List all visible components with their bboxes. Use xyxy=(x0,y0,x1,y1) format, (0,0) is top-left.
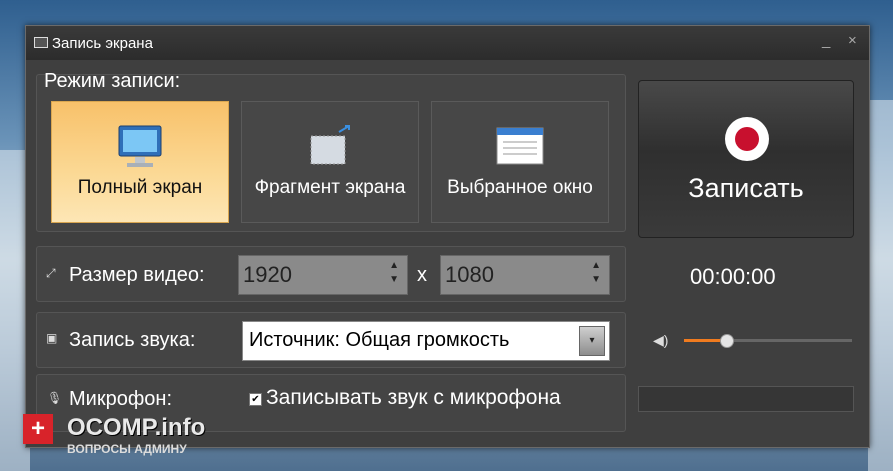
size-separator: x xyxy=(417,264,427,286)
mic-checkbox-label: Записывать звук с микрофона xyxy=(266,386,561,409)
mode-window-button[interactable]: Выбранное окно xyxy=(431,101,609,223)
width-spinbox[interactable]: 1920 ▲ ▼ xyxy=(238,255,408,295)
mode-label: Полный экран xyxy=(77,177,203,198)
monitor-icon xyxy=(118,125,162,167)
watermark-brand: OCOMP.info xyxy=(67,414,206,441)
watermark-plus-icon: + xyxy=(23,414,53,444)
check-icon: ✔ xyxy=(251,394,260,405)
microphone-level-meter xyxy=(638,386,854,412)
speaker-icon: ▣ xyxy=(46,331,58,345)
recording-mode-label: Режим записи: xyxy=(44,70,181,92)
volume-slider[interactable] xyxy=(684,334,852,348)
record-icon xyxy=(725,117,769,161)
video-size-label: Размер видео: xyxy=(69,264,205,286)
width-value: 1920 xyxy=(243,262,292,287)
title-bar[interactable]: Запись экрана _ × xyxy=(26,26,869,60)
record-button[interactable]: Записать xyxy=(638,80,854,238)
height-value: 1080 xyxy=(445,262,494,287)
microphone-icon: 🎙 xyxy=(47,391,63,405)
screen-recording-window: Запись экрана _ × Режим записи: Полный э… xyxy=(25,25,870,448)
audio-source-value: Источник: Общая громкость xyxy=(249,329,510,351)
mode-fullscreen-button[interactable]: Полный экран xyxy=(51,101,229,223)
chevron-down-icon[interactable]: ▾ xyxy=(579,326,605,356)
mic-checkbox[interactable]: ✔ xyxy=(249,393,262,406)
mode-fragment-button[interactable]: Фрагмент экрана xyxy=(241,101,419,223)
volume-thumb[interactable] xyxy=(720,334,734,348)
window-title: Запись экрана xyxy=(52,35,153,52)
spin-arrows-icon[interactable]: ▲ ▼ xyxy=(389,259,399,287)
volume-icon: ◀) xyxy=(653,332,669,348)
height-spinbox[interactable]: 1080 ▲ ▼ xyxy=(440,255,610,295)
recording-timer: 00:00:00 xyxy=(690,264,776,289)
screen-fragment-icon xyxy=(310,125,350,165)
watermark-subtitle: ВОПРОСЫ АДМИНУ xyxy=(67,442,187,456)
mode-label: Выбранное окно xyxy=(447,177,593,198)
microphone-label: Микрофон: xyxy=(69,388,173,410)
window-icon xyxy=(496,127,544,165)
resize-icon: ⤢ xyxy=(46,266,56,280)
close-button[interactable]: × xyxy=(848,32,857,49)
minimize-button[interactable]: _ xyxy=(822,32,830,49)
audio-label: Запись звука: xyxy=(69,329,196,351)
audio-source-select[interactable]: Источник: Общая громкость ▾ xyxy=(242,321,610,361)
record-label: Записать xyxy=(688,173,804,203)
mode-label: Фрагмент экрана xyxy=(254,177,406,198)
spin-arrows-icon[interactable]: ▲ ▼ xyxy=(591,259,601,287)
background-snow xyxy=(868,100,893,471)
app-icon xyxy=(34,37,48,48)
